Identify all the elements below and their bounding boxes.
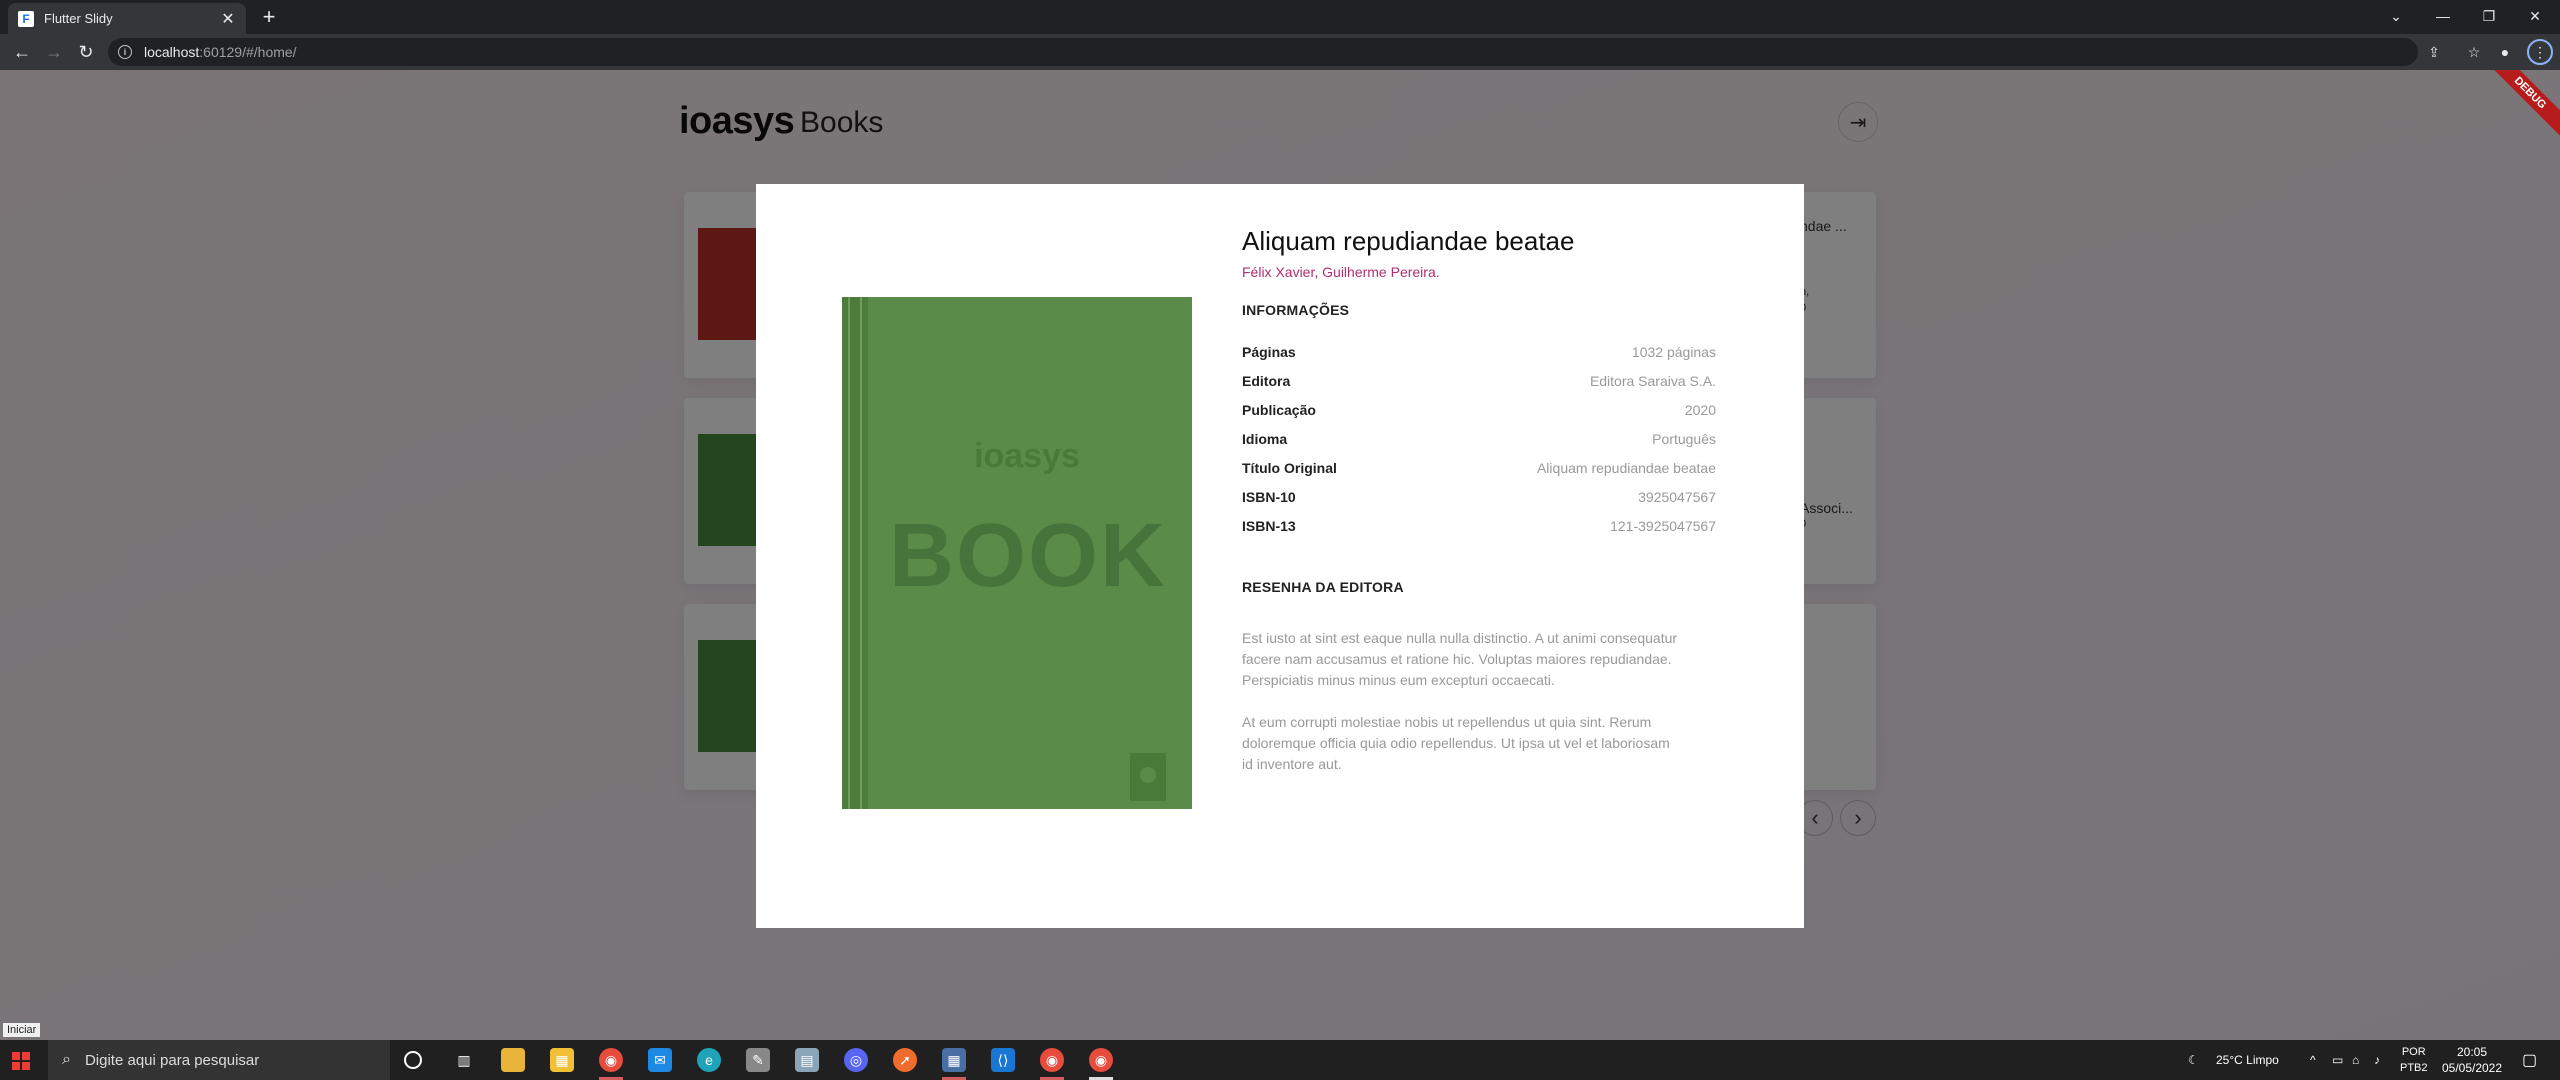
- site-info-icon[interactable]: i: [118, 45, 132, 59]
- flutter-favicon-icon: F: [18, 10, 34, 27]
- review-paragraph: At eum corrupti molestiae nobis ut repel…: [1242, 714, 1670, 772]
- notifications-icon[interactable]: ▢: [2522, 1040, 2537, 1080]
- start-tooltip: Iniciar: [2, 1022, 42, 1038]
- battery-icon[interactable]: ▭: [2332, 1040, 2343, 1080]
- info-label: ISBN-13: [1242, 518, 1296, 534]
- cover-badge-dot: [1140, 767, 1156, 783]
- chrome-icon[interactable]: ◉: [1040, 1048, 1064, 1072]
- discord-icon[interactable]: ◎: [844, 1048, 868, 1072]
- book-cover-image: ioasys BOOK: [842, 297, 1192, 809]
- chrome-icon[interactable]: ◉: [1089, 1048, 1113, 1072]
- info-row: Editora Editora Saraiva S.A.: [1242, 373, 1716, 389]
- lang-primary: POR: [2401, 1046, 2426, 1058]
- tab-title: Flutter Slidy: [44, 11, 113, 26]
- info-value: Português: [1652, 431, 1716, 447]
- chrome-icon[interactable]: ◉: [599, 1048, 623, 1072]
- info-value: Editora Saraiva S.A.: [1589, 373, 1716, 389]
- app-icon[interactable]: ✎: [746, 1048, 770, 1072]
- cover-brand: ioasys: [974, 437, 1080, 475]
- postman-icon[interactable]: ➚: [893, 1048, 917, 1072]
- cover-title: BOOK: [889, 506, 1167, 606]
- info-label: Título Original: [1242, 460, 1337, 476]
- cortana-icon[interactable]: [404, 1051, 422, 1069]
- address-bar[interactable]: i localhost :60129/#/home/ ⇪ ☆: [108, 38, 2480, 66]
- book-authors: Félix Xavier, Guilherme Pereira.: [1242, 264, 1440, 280]
- info-row: ISBN-10 3925047567: [1242, 489, 1716, 505]
- network-icon[interactable]: ⌂: [2352, 1040, 2359, 1080]
- cover-badge-icon: [1130, 753, 1166, 801]
- new-tab-button[interactable]: +: [258, 6, 280, 28]
- info-row: Páginas 1032 páginas: [1242, 344, 1716, 360]
- taskbar: ⌕ Digite aqui para pesquisar ▥ ▦ ◉ ✉ e ✎…: [0, 1040, 2560, 1080]
- taskbar-search-input[interactable]: ⌕ Digite aqui para pesquisar: [48, 1040, 390, 1080]
- info-value: Aliquam repudiandae beatae: [1536, 460, 1716, 476]
- search-placeholder: Digite aqui para pesquisar: [84, 1051, 260, 1069]
- tab-search-icon[interactable]: ⌄: [2373, 0, 2419, 32]
- info-label: ISBN-10: [1242, 489, 1296, 505]
- browser-menu-icon[interactable]: ⋮: [2527, 39, 2553, 65]
- weather-text[interactable]: 25°C Limpo: [2216, 1040, 2279, 1080]
- info-value: 2020: [1684, 402, 1716, 418]
- input-language[interactable]: POR PTB2: [2400, 1044, 2428, 1076]
- system-clock[interactable]: 20:05 05/05/2022: [2440, 1044, 2504, 1076]
- book-title: Aliquam repudiandae beatae: [1242, 226, 1575, 256]
- back-button[interactable]: ←: [10, 40, 34, 64]
- review-paragraph: Est iusto at sint est eaque nulla nulla …: [1242, 630, 1678, 688]
- lang-secondary: PTB2: [2400, 1062, 2428, 1074]
- clock-time: 20:05: [2456, 1045, 2488, 1059]
- restore-button[interactable]: ❐: [2466, 0, 2512, 32]
- tray-chevron-icon[interactable]: ^: [2310, 1040, 2316, 1080]
- info-value: 121-3925047567: [1610, 518, 1716, 534]
- browser-toolbar: ← → ↻ i localhost :60129/#/home/ ⇪ ☆ ● ⋮: [0, 34, 2560, 70]
- info-row: Publicação 2020: [1242, 402, 1716, 418]
- review-heading: RESENHA DA EDITORA: [1242, 579, 1404, 595]
- tab-close-icon[interactable]: ✕: [220, 9, 236, 29]
- minimize-button[interactable]: —: [2420, 0, 2466, 32]
- info-value: 3925047567: [1638, 489, 1716, 505]
- browser-tabstrip: F Flutter Slidy ✕ + ⌄ — ❐ ✕: [0, 0, 2560, 34]
- clock-date: 05/05/2022: [2441, 1061, 2503, 1075]
- info-row: Idioma Português: [1242, 431, 1716, 447]
- url-path: :60129/#/home/: [199, 44, 297, 60]
- info-value: 1032 páginas: [1631, 344, 1716, 360]
- task-view-icon[interactable]: ▥: [452, 1048, 476, 1072]
- app-viewport: ioasys Books ⇥ ndae ... n, 0 Associ... 0…: [0, 70, 2560, 1040]
- windows-start-icon[interactable]: [12, 1052, 30, 1070]
- volume-icon[interactable]: ♪: [2374, 1040, 2380, 1080]
- url-host: localhost: [144, 44, 200, 60]
- share-icon[interactable]: ⇪: [2424, 42, 2444, 62]
- file-explorer-icon[interactable]: [501, 1048, 525, 1072]
- mail-icon[interactable]: ✉: [648, 1048, 672, 1072]
- weather-icon[interactable]: ☾: [2188, 1040, 2199, 1080]
- info-label: Páginas: [1242, 344, 1296, 360]
- info-label: Publicação: [1242, 402, 1316, 418]
- vscode-icon[interactable]: ⟨⟩: [991, 1048, 1015, 1072]
- notepad-icon[interactable]: ▤: [795, 1048, 819, 1072]
- calculator-icon[interactable]: ▦: [942, 1048, 966, 1072]
- store-icon[interactable]: ▦: [550, 1048, 574, 1072]
- edge-icon[interactable]: e: [697, 1048, 721, 1072]
- info-label: Idioma: [1242, 431, 1288, 447]
- forward-button[interactable]: →: [42, 40, 66, 64]
- search-icon: ⌕: [62, 1051, 71, 1068]
- browser-tab[interactable]: F Flutter Slidy ✕: [8, 3, 246, 34]
- info-label: Editora: [1242, 373, 1291, 389]
- profile-icon[interactable]: ●: [2495, 42, 2515, 62]
- reload-button[interactable]: ↻: [74, 40, 98, 64]
- book-details-modal: ioasys BOOK Aliquam repudiandae beatae F…: [756, 184, 1804, 928]
- info-heading: INFORMAÇÕES: [1242, 302, 1350, 318]
- info-row: Título Original Aliquam repudiandae beat…: [1242, 460, 1716, 476]
- info-row: ISBN-13 121-3925047567: [1242, 518, 1716, 534]
- bookmark-star-icon[interactable]: ☆: [2464, 42, 2484, 62]
- close-window-button[interactable]: ✕: [2512, 0, 2558, 32]
